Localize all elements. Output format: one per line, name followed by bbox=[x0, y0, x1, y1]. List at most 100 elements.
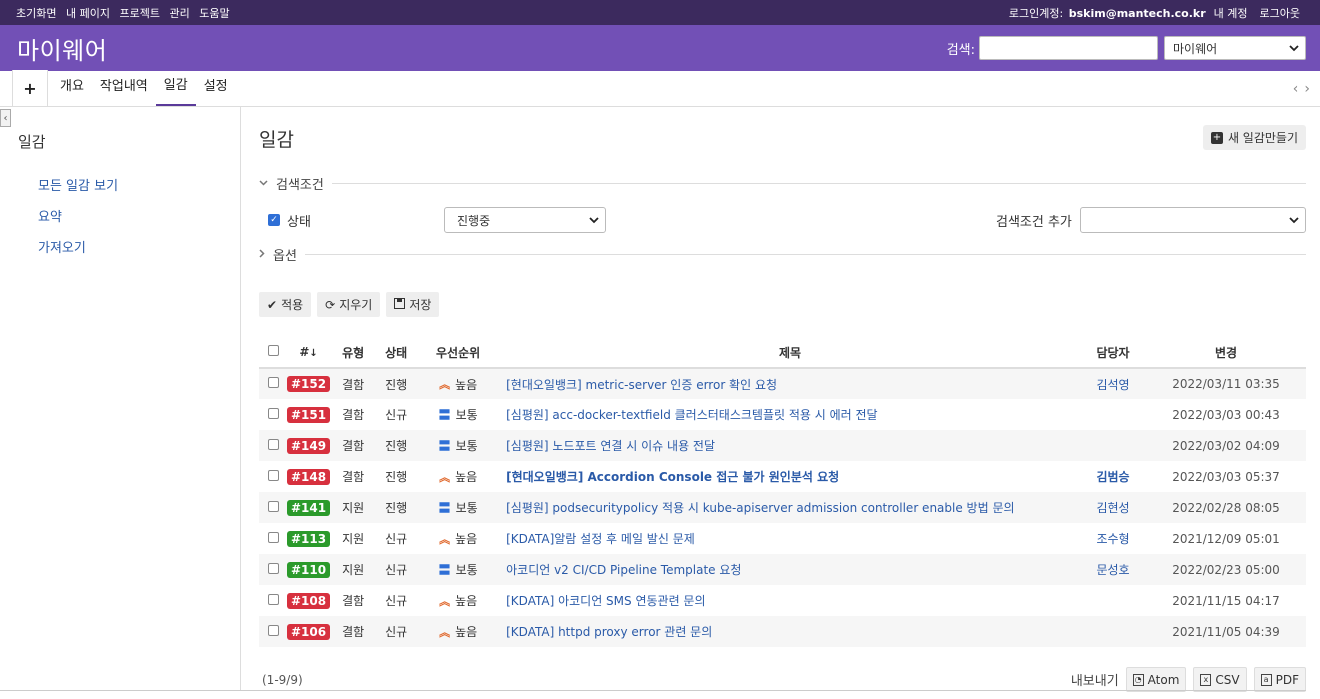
top-link-projects[interactable]: 프로젝트 bbox=[119, 7, 159, 20]
row-checkbox-cell[interactable] bbox=[259, 461, 287, 492]
table-row[interactable]: #108 결함 신규 ︽ 높음 [KDATA] 아코디언 SMS 연동관련 문의 2021/… bbox=[259, 585, 1306, 616]
new-object-tab[interactable]: + bbox=[12, 70, 48, 106]
issue-id-cell[interactable]: #151 bbox=[287, 399, 331, 430]
select-all-checkbox[interactable] bbox=[267, 345, 279, 356]
assignee-link[interactable]: 김현성 bbox=[1096, 501, 1129, 515]
sidebar-collapse-icon[interactable]: ‹ bbox=[0, 109, 11, 127]
tab-activity[interactable]: 작업내역 bbox=[92, 70, 156, 106]
row-checkbox[interactable] bbox=[267, 500, 279, 512]
top-link-home[interactable]: 초기화면 bbox=[16, 7, 56, 20]
status-filter-checkbox[interactable]: ✓ bbox=[268, 214, 280, 226]
column-tracker[interactable]: 유형 bbox=[330, 337, 377, 369]
issue-subject-link[interactable]: [심평원] 노드포트 연결 시 이슈 내용 전달 bbox=[506, 439, 715, 453]
sidebar-item-summary[interactable]: 요약 bbox=[38, 210, 62, 225]
issue-subject-link[interactable]: [현대오일뱅크] Accordion Console 접근 불가 원인분석 요청 bbox=[506, 470, 839, 484]
clear-button[interactable]: ⟳ 지우기 bbox=[317, 292, 381, 317]
filters-legend[interactable]: 검색조건 bbox=[259, 174, 1306, 193]
issue-id-badge[interactable]: #152 bbox=[287, 376, 331, 392]
issue-id-badge[interactable]: #141 bbox=[287, 499, 331, 516]
row-checkbox[interactable] bbox=[267, 624, 279, 636]
row-checkbox[interactable] bbox=[267, 562, 279, 574]
options-legend[interactable]: 옵션 bbox=[259, 245, 1306, 264]
row-checkbox-cell[interactable] bbox=[259, 554, 287, 585]
row-checkbox[interactable] bbox=[267, 593, 279, 605]
issue-subject-link[interactable]: [KDATA]알람 설정 후 메일 발신 문제 bbox=[506, 532, 695, 546]
issue-subject-link[interactable]: [현대오일뱅크] metric-server 인증 error 확인 요청 bbox=[506, 378, 777, 392]
assignee-link[interactable]: 김범승 bbox=[1096, 470, 1129, 484]
issue-id-badge[interactable]: #108 bbox=[287, 592, 331, 609]
tab-overview[interactable]: 개요 bbox=[52, 70, 92, 106]
row-checkbox-cell[interactable] bbox=[259, 368, 287, 399]
apply-button[interactable]: ✔ 적용 bbox=[259, 292, 312, 317]
issue-id-cell[interactable]: #108 bbox=[287, 585, 331, 616]
top-link-help[interactable]: 도움말 bbox=[199, 7, 229, 20]
new-issue-button[interactable]: + 새 일감만들기 bbox=[1202, 125, 1306, 150]
project-jump-select[interactable]: 마이웨어 bbox=[1164, 36, 1306, 60]
table-row[interactable]: #151 결함 신규 〓 보통 [심평원] acc-docker-textfield 클러… bbox=[259, 399, 1306, 430]
tab-issues[interactable]: 일감 bbox=[155, 70, 196, 106]
column-status[interactable]: 상태 bbox=[376, 337, 417, 369]
add-filter-select[interactable] bbox=[1080, 207, 1306, 233]
column-updated[interactable]: 변경 bbox=[1146, 337, 1306, 369]
table-row[interactable]: #113 지원 신규 ︽ 높음 [KDATA]알람 설정 후 메일 발신 문제 조수형 202… bbox=[259, 523, 1306, 554]
logged-in-user[interactable]: bskim@mantech.co.kr bbox=[1069, 7, 1206, 20]
assignee-link[interactable]: 김석영 bbox=[1096, 378, 1129, 392]
column-assignee[interactable]: 담당자 bbox=[1080, 337, 1146, 369]
tabs-scroll-arrows[interactable]: ‹› bbox=[1293, 81, 1316, 97]
save-button[interactable]: 저장 bbox=[386, 292, 440, 317]
table-row[interactable]: #152 결함 진행 ︽ 높음 [현대오일뱅크] metric-server 인증 err… bbox=[259, 368, 1306, 399]
sidebar-item-import[interactable]: 가져오기 bbox=[38, 241, 86, 256]
export-csv-button[interactable]: x CSV bbox=[1193, 667, 1247, 692]
select-all-checkbox-cell[interactable] bbox=[259, 337, 287, 369]
tab-settings[interactable]: 설정 bbox=[196, 70, 236, 106]
issue-id-cell[interactable]: #141 bbox=[287, 492, 331, 523]
issue-id-cell[interactable]: #148 bbox=[287, 461, 331, 492]
table-row[interactable]: #149 결함 진행 〓 보통 [심평원] 노드포트 연결 시 이슈 내용 전달 2022/… bbox=[259, 430, 1306, 461]
assignee-link[interactable]: 조수형 bbox=[1096, 532, 1129, 546]
status-operator-select[interactable]: 진행중 bbox=[444, 207, 606, 233]
issue-subject-link[interactable]: [심평원] acc-docker-textfield 클러스터태스크템플릿 적용… bbox=[506, 408, 877, 422]
assignee-link[interactable]: 문성호 bbox=[1096, 563, 1129, 577]
column-priority[interactable]: 우선순위 bbox=[416, 337, 501, 369]
issue-id-cell[interactable]: #106 bbox=[287, 616, 331, 647]
row-checkbox-cell[interactable] bbox=[259, 430, 287, 461]
issue-subject-link[interactable]: 아코디언 v2 CI/CD Pipeline Template 요청 bbox=[506, 563, 741, 577]
export-atom-button[interactable]: ◔ Atom bbox=[1125, 667, 1187, 692]
issue-subject-link[interactable]: [KDATA] httpd proxy error 관련 문의 bbox=[506, 625, 712, 639]
row-checkbox-cell[interactable] bbox=[259, 399, 287, 430]
row-checkbox-cell[interactable] bbox=[259, 492, 287, 523]
issue-subject-link[interactable]: [KDATA] 아코디언 SMS 연동관련 문의 bbox=[506, 594, 705, 608]
top-link-my-page[interactable]: 내 페이지 bbox=[66, 7, 110, 20]
issue-id-badge[interactable]: #113 bbox=[287, 530, 331, 547]
my-account-link[interactable]: 내 계정 bbox=[1214, 5, 1248, 21]
table-row[interactable]: #110 지원 신규 〓 보통 아코디언 v2 CI/CD Pipeline Templa… bbox=[259, 554, 1306, 585]
column-subject[interactable]: 제목 bbox=[500, 337, 1080, 369]
table-row[interactable]: #106 결함 신규 ︽ 높음 [KDATA] httpd proxy error 관련 … bbox=[259, 616, 1306, 647]
sidebar-item-all-issues[interactable]: 모든 일감 보기 bbox=[38, 179, 118, 194]
search-input[interactable] bbox=[979, 36, 1158, 60]
issue-id-cell[interactable]: #110 bbox=[287, 554, 331, 585]
row-checkbox-cell[interactable] bbox=[259, 616, 287, 647]
table-row[interactable]: #141 지원 진행 〓 보통 [심평원] podsecuritypolicy 적용 시 … bbox=[259, 492, 1306, 523]
row-checkbox-cell[interactable] bbox=[259, 523, 287, 554]
row-checkbox[interactable] bbox=[267, 438, 279, 450]
row-checkbox-cell[interactable] bbox=[259, 585, 287, 616]
issue-id-cell[interactable]: #113 bbox=[287, 523, 331, 554]
row-checkbox[interactable] bbox=[267, 531, 279, 543]
row-checkbox[interactable] bbox=[267, 407, 279, 419]
export-pdf-button[interactable]: a PDF bbox=[1253, 667, 1306, 692]
issue-subject-link[interactable]: [심평원] podsecuritypolicy 적용 시 kube-apiser… bbox=[506, 501, 1014, 515]
issue-id-cell[interactable]: #152 bbox=[287, 368, 331, 399]
row-checkbox[interactable] bbox=[267, 377, 279, 388]
issue-id-badge[interactable]: #149 bbox=[287, 437, 331, 454]
issue-id-badge[interactable]: #110 bbox=[287, 561, 331, 578]
issue-id-badge[interactable]: #151 bbox=[287, 406, 331, 423]
table-row[interactable]: #148 결함 진행 ︽ 높음 [현대오일뱅크] Accordion Console 접근… bbox=[259, 461, 1306, 492]
issue-id-badge[interactable]: #148 bbox=[287, 468, 331, 485]
logout-link[interactable]: 로그아웃 bbox=[1260, 5, 1300, 21]
top-link-admin[interactable]: 관리 bbox=[169, 7, 189, 20]
issue-id-badge[interactable]: #106 bbox=[287, 623, 331, 640]
issue-id-cell[interactable]: #149 bbox=[287, 430, 331, 461]
row-checkbox[interactable] bbox=[267, 469, 279, 481]
column-id[interactable]: #↓ bbox=[287, 337, 331, 369]
